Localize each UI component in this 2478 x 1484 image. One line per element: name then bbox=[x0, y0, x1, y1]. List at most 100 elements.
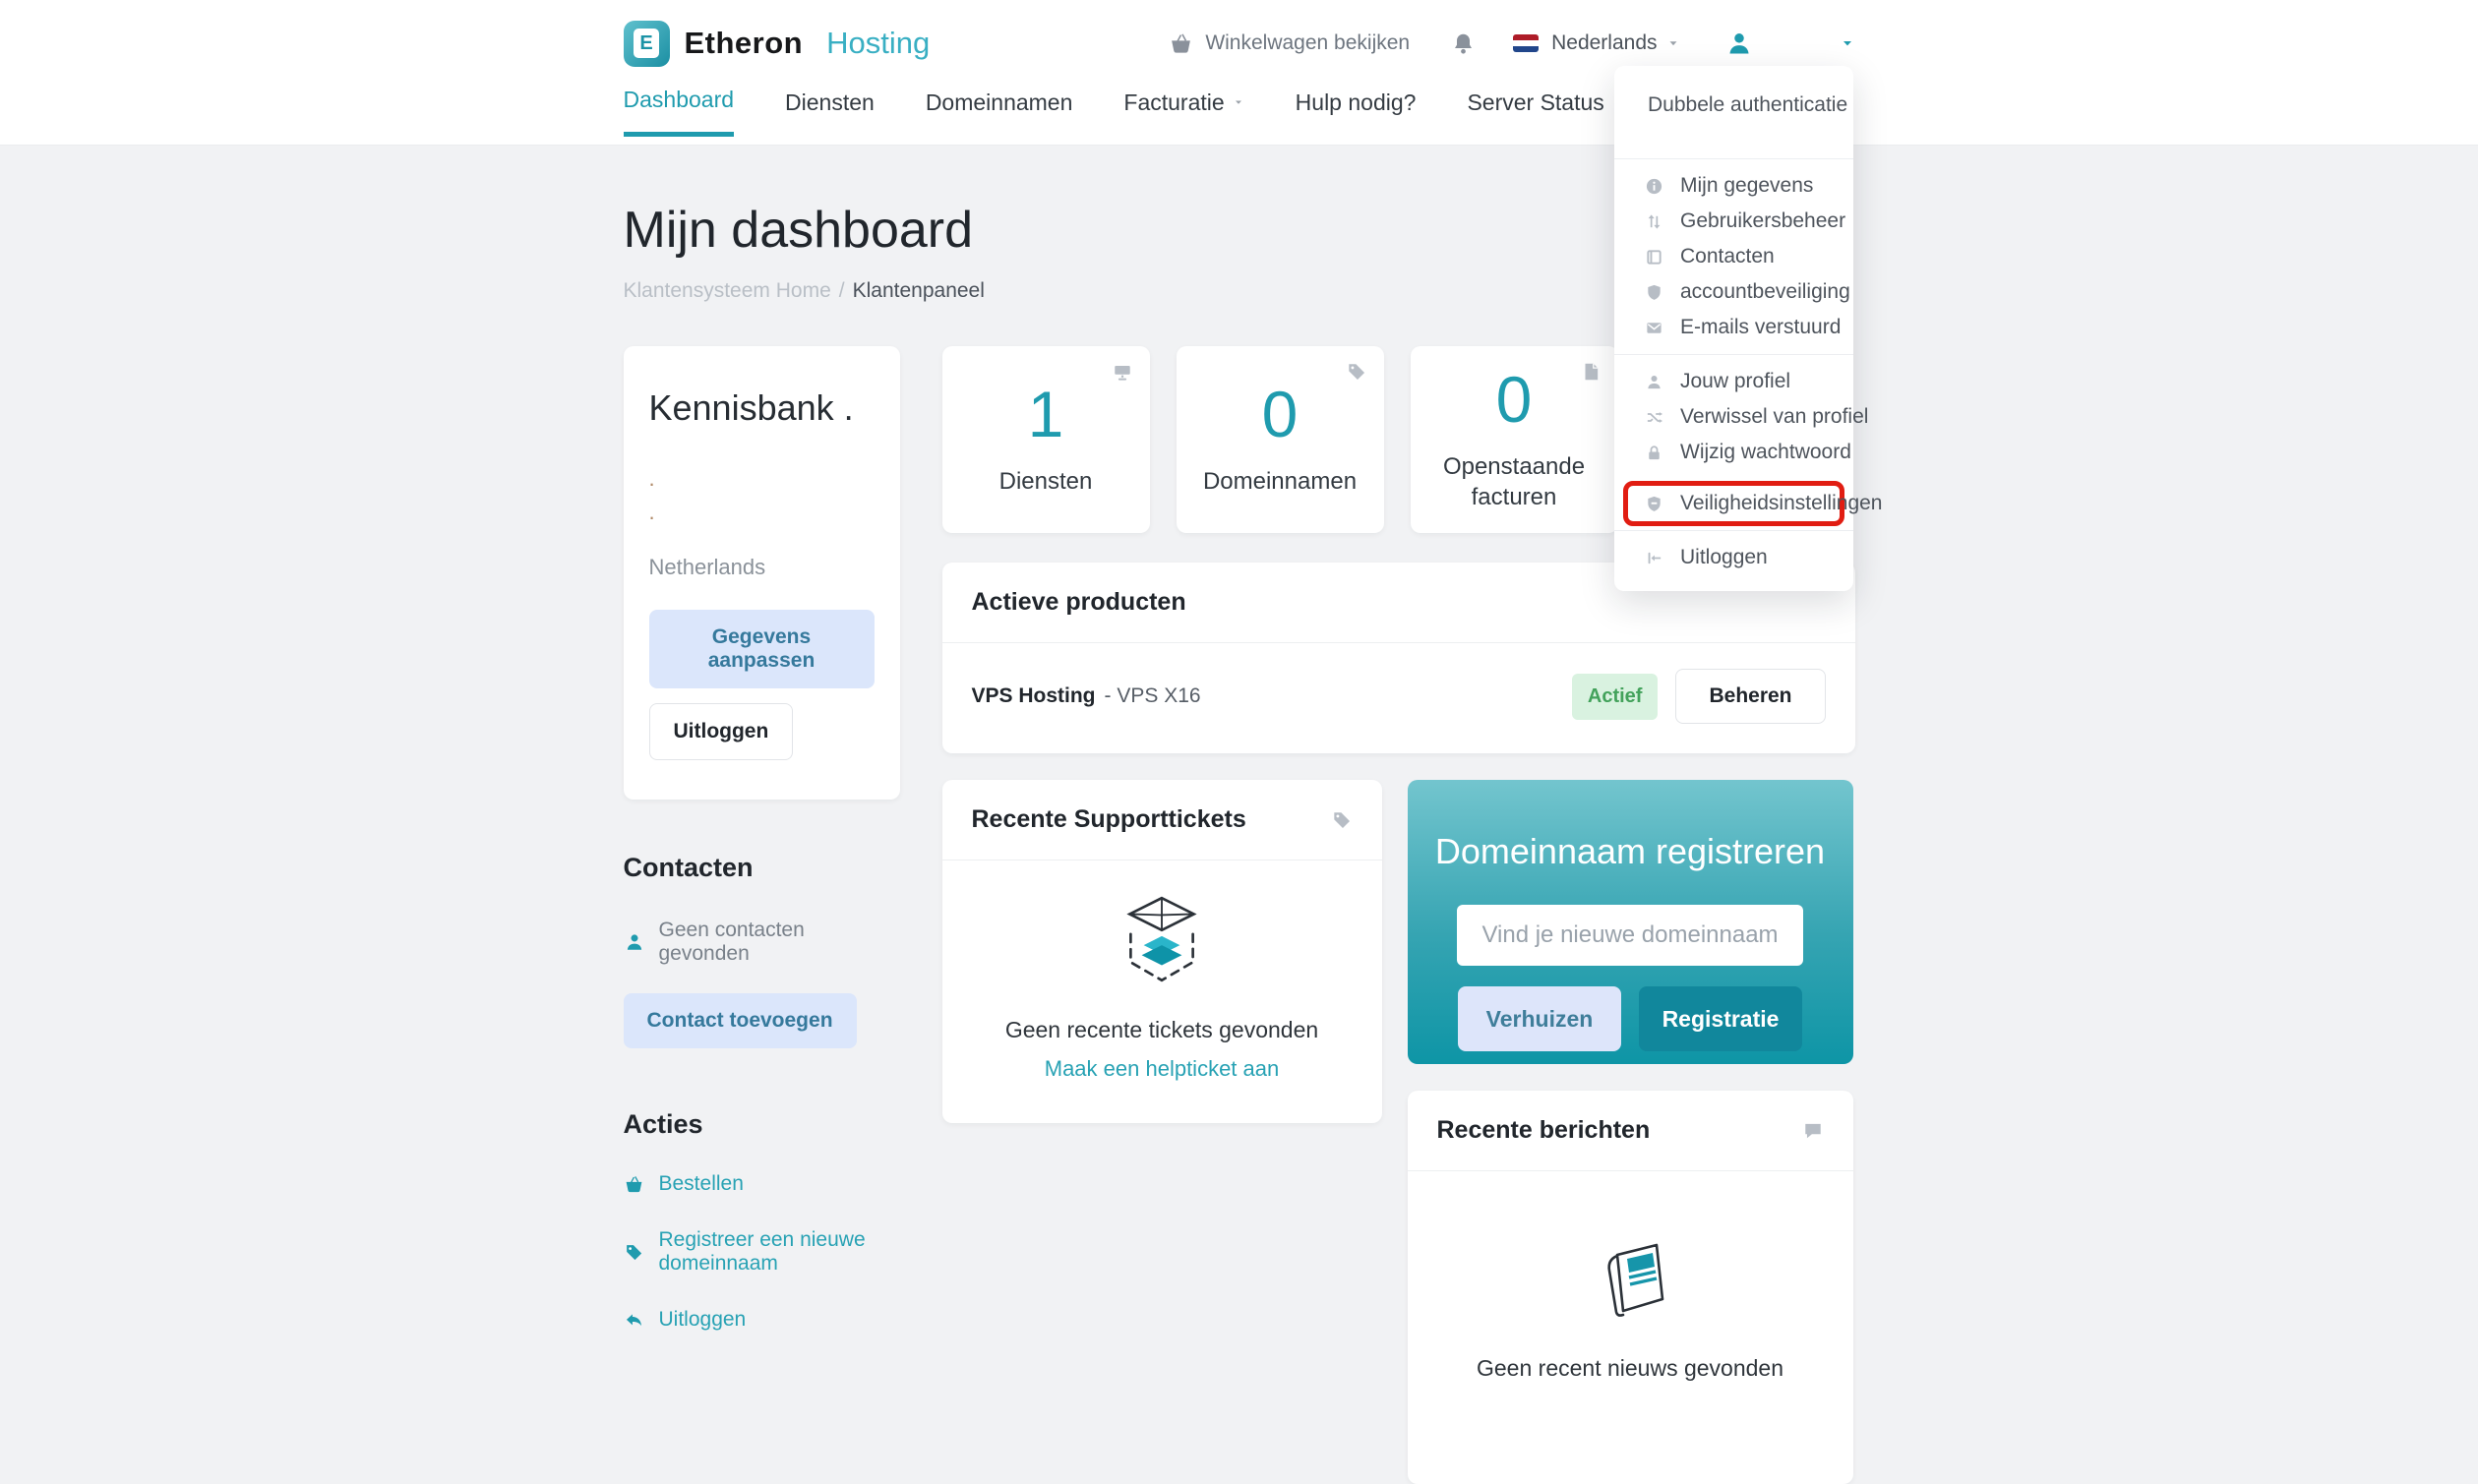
basket-icon bbox=[624, 1174, 644, 1195]
chevron-down-icon bbox=[1233, 96, 1244, 108]
lock-icon bbox=[1644, 444, 1663, 462]
product-row: VPS Hosting - VPS X16 Actief Beheren bbox=[942, 643, 1855, 753]
info-icon bbox=[1644, 177, 1663, 196]
client-profile-card: Kennisbank . . . Netherlands Gegevens aa… bbox=[623, 346, 900, 801]
client-name: Kennisbank . bbox=[648, 387, 854, 428]
top-navbar: E Etheron Hosting Winkelwagen bekijken N… bbox=[0, 0, 2478, 146]
manage-button[interactable]: Beheren bbox=[1675, 669, 1826, 724]
domain-box-title: Domeinnaam registreren bbox=[1434, 831, 1826, 871]
product-name: VPS Hosting bbox=[971, 684, 1096, 707]
tab-facturatie[interactable]: Facturatie bbox=[1123, 87, 1243, 137]
action-register-domain-link[interactable]: Registreer een nieuwe domeinnaam bbox=[624, 1228, 900, 1276]
newspaper-illustration bbox=[1585, 1240, 1675, 1327]
stat-card-invoices[interactable]: 0 Openstaande facturen bbox=[1410, 346, 1618, 533]
stat-label: Domeinnamen bbox=[1202, 468, 1358, 496]
shuffle-icon bbox=[1644, 408, 1663, 427]
tab-server-status[interactable]: Server Status bbox=[1467, 87, 1603, 137]
user-menu-toggle-caret[interactable] bbox=[1840, 35, 1855, 51]
menu-item-gebruikersbeheer[interactable]: Gebruikersbeheer bbox=[1614, 204, 1853, 239]
brand-name-secondary: Hosting bbox=[826, 26, 931, 60]
add-contact-button[interactable]: Contact toevoegen bbox=[623, 993, 857, 1049]
reply-arrow-icon bbox=[624, 1310, 644, 1331]
stat-label: Openstaande facturen bbox=[1442, 452, 1586, 510]
menu-item-contacten[interactable]: Contacten bbox=[1614, 239, 1853, 274]
file-icon bbox=[1580, 361, 1602, 383]
language-selector[interactable]: Nederlands bbox=[1551, 31, 1679, 55]
user-dropdown-menu: Dubbele authenticatie Mijn gegevens Gebr… bbox=[1614, 66, 1882, 591]
tag-icon bbox=[1331, 809, 1353, 831]
menu-item-veiligheidsinstellingen[interactable]: Veiligheidsinstellingen bbox=[1628, 486, 1882, 521]
tab-hulp-nodig[interactable]: Hulp nodig? bbox=[1296, 87, 1417, 137]
tab-domeinnamen[interactable]: Domeinnamen bbox=[926, 87, 1073, 137]
chevron-down-icon bbox=[1666, 36, 1680, 50]
tickets-empty-text: Geen recente tickets gevonden bbox=[1004, 1017, 1319, 1042]
client-country: Netherlands bbox=[648, 555, 766, 580]
tab-diensten[interactable]: Diensten bbox=[785, 87, 875, 137]
user-icon bbox=[1644, 373, 1663, 391]
basket-icon bbox=[1169, 31, 1193, 56]
server-icon bbox=[1112, 361, 1133, 383]
menu-header-2fa[interactable]: Dubbele authenticatie bbox=[1614, 66, 1853, 158]
menu-item-jouw-profiel[interactable]: Jouw profiel bbox=[1614, 364, 1853, 399]
stat-card-domains[interactable]: 0 Domeinnamen bbox=[1176, 346, 1384, 533]
recent-tickets-card: Recente Supporttickets Geen recente tick… bbox=[941, 780, 1382, 1123]
sort-arrows-icon bbox=[1644, 212, 1663, 231]
brand-logo[interactable]: E Etheron Hosting bbox=[623, 20, 931, 67]
language-label: Nederlands bbox=[1551, 31, 1658, 54]
menu-item-verwissel-profiel[interactable]: Verwissel van profiel bbox=[1614, 399, 1868, 435]
chevron-down-icon bbox=[1843, 41, 1851, 46]
create-ticket-link[interactable]: Maak een helpticket aan bbox=[962, 1056, 1362, 1082]
stat-label: Diensten bbox=[998, 468, 1093, 496]
chat-icon bbox=[1802, 1120, 1824, 1142]
contacts-empty-text: Geen contacten gevonden bbox=[658, 919, 805, 966]
menu-item-accountbeveiliging[interactable]: accountbeveiliging bbox=[1614, 274, 1853, 310]
menu-item-mijn-gegevens[interactable]: Mijn gegevens bbox=[1614, 168, 1853, 204]
action-order-link[interactable]: Bestellen bbox=[624, 1172, 900, 1196]
shield-icon bbox=[1644, 283, 1663, 302]
news-title: Recente berichten bbox=[1436, 1116, 1651, 1144]
active-products-card: Actieve producten VPS Hosting - VPS X16 … bbox=[941, 563, 1855, 753]
user-avatar-button[interactable] bbox=[1725, 30, 1753, 57]
menu-item-wijzig-wachtwoord[interactable]: Wijzig wachtwoord bbox=[1614, 435, 1853, 470]
transfer-button[interactable]: Verhuizen bbox=[1458, 986, 1621, 1051]
recent-news-card: Recente berichten Geen recent nieuws gev… bbox=[1407, 1091, 1853, 1484]
bell-icon bbox=[1455, 33, 1473, 54]
stat-value: 1 bbox=[1027, 378, 1064, 451]
contacts-section: Contacten Geen contacten gevonden Contac… bbox=[623, 853, 900, 1049]
contact-card-icon bbox=[1644, 248, 1663, 267]
envelope-icon bbox=[1644, 319, 1663, 337]
cart-button[interactable]: Winkelwagen bekijken bbox=[1169, 31, 1410, 56]
brand-name-primary: Etheron bbox=[684, 26, 804, 60]
stat-value: 0 bbox=[1261, 378, 1299, 451]
tab-dashboard[interactable]: Dashboard bbox=[623, 87, 735, 137]
etheron-logo-icon: E bbox=[623, 20, 670, 67]
actions-section: Acties Bestellen Registreer een nieuwe d… bbox=[624, 1109, 900, 1332]
ticket-box-illustration bbox=[1112, 894, 1212, 988]
menu-item-uitloggen[interactable]: Uitloggen bbox=[1614, 540, 1853, 575]
actions-title: Acties bbox=[623, 1109, 703, 1140]
menu-item-emails-verstuurd[interactable]: E-mails verstuurd bbox=[1614, 310, 1853, 345]
cart-label: Winkelwagen bekijken bbox=[1205, 31, 1411, 54]
stat-value: 0 bbox=[1495, 362, 1533, 436]
status-badge: Actief bbox=[1571, 673, 1659, 720]
profile-logout-button[interactable]: Uitloggen bbox=[648, 703, 794, 761]
active-products-title: Actieve producten bbox=[971, 588, 1186, 616]
stat-card-services[interactable]: 1 Diensten bbox=[941, 346, 1150, 533]
notifications-button[interactable] bbox=[1451, 31, 1476, 56]
breadcrumb-home[interactable]: Klantensysteem Home bbox=[624, 279, 831, 302]
tickets-title: Recente Supporttickets bbox=[971, 805, 1246, 833]
action-logout-link[interactable]: Uitloggen bbox=[624, 1308, 900, 1332]
tag-icon bbox=[624, 1242, 644, 1263]
contacts-title: Contacten bbox=[623, 853, 754, 883]
breadcrumb-current: Klantenpaneel bbox=[852, 279, 985, 302]
edit-details-button[interactable]: Gegevens aanpassen bbox=[648, 610, 875, 689]
netherlands-flag-icon bbox=[1513, 34, 1540, 52]
domain-register-box: Domeinnaam registreren Verhuizen Registr… bbox=[1407, 780, 1853, 1064]
news-empty-text: Geen recent nieuws gevonden bbox=[1477, 1355, 1783, 1381]
highlighted-menu-item-outline: Veiligheidsinstellingen bbox=[1623, 481, 1882, 526]
domain-search-input[interactable] bbox=[1457, 905, 1803, 966]
register-button[interactable]: Registratie bbox=[1639, 986, 1802, 1051]
tag-icon bbox=[1346, 361, 1367, 383]
shield-badge-icon bbox=[1644, 495, 1663, 513]
user-icon bbox=[624, 931, 645, 953]
